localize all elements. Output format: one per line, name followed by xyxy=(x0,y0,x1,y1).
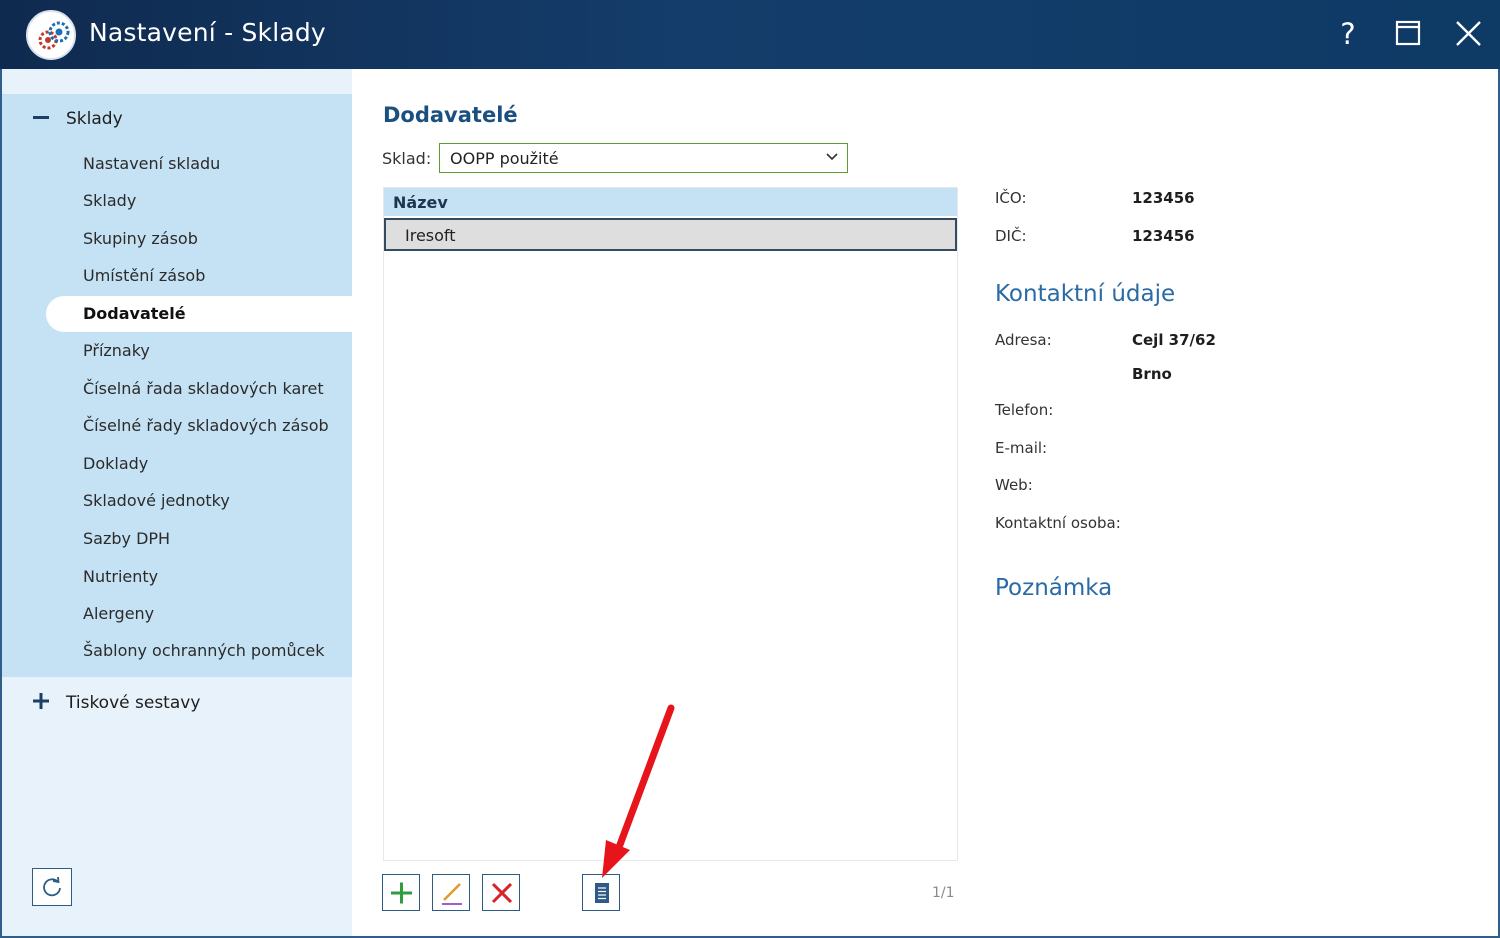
sidebar: Sklady Nastavení skladu Sklady Skupiny z… xyxy=(2,69,352,936)
sidebar-group-sklady: Sklady Nastavení skladu Sklady Skupiny z… xyxy=(2,94,352,677)
delete-button[interactable] xyxy=(482,874,520,911)
chevron-down-icon xyxy=(826,153,838,161)
sidebar-item-umisteni-zasob[interactable]: Umístění zásob xyxy=(46,258,352,294)
column-header-nazev: Název xyxy=(393,193,448,212)
address-label: Adresa: xyxy=(995,331,1052,349)
help-button[interactable]: ? xyxy=(1324,12,1372,56)
sidebar-group-header-tiskove-sestavy[interactable]: Tiskové sestavy xyxy=(2,678,352,728)
dic-label: DIČ: xyxy=(995,227,1027,245)
sidebar-group-label: Sklady xyxy=(66,109,123,129)
pager: 1/1 xyxy=(932,885,955,901)
sidebar-item-ciselne-rady-zasob[interactable]: Číselné řady skladových zásob xyxy=(46,408,352,444)
x-icon xyxy=(491,882,513,904)
address-line1: Cejl 37/62 xyxy=(1132,331,1216,349)
sidebar-group-label: Tiskové sestavy xyxy=(66,693,201,713)
collapse-minus-icon xyxy=(33,116,49,119)
sklad-select-value: OOPP použité xyxy=(450,149,559,168)
red-annotation-arrow-icon xyxy=(602,704,675,878)
ico-value: 123456 xyxy=(1132,189,1195,207)
sidebar-item-sazby-dph[interactable]: Sazby DPH xyxy=(46,521,352,557)
maximize-button[interactable] xyxy=(1384,12,1432,56)
app-gear-logo-icon xyxy=(26,10,76,60)
refresh-button[interactable] xyxy=(32,868,72,906)
close-button[interactable] xyxy=(1444,12,1492,56)
maximize-icon xyxy=(1395,20,1421,46)
list-header[interactable]: Název xyxy=(384,188,957,216)
sidebar-item-nastaveni-skladu[interactable]: Nastavení skladu xyxy=(46,146,352,182)
sidebar-group-header-sklady[interactable]: Sklady xyxy=(2,94,352,144)
window-title: Nastavení - Sklady xyxy=(89,18,326,47)
ico-label: IČO: xyxy=(995,189,1027,207)
sidebar-item-sablony-pomucek[interactable]: Šablony ochranných pomůcek xyxy=(46,633,352,669)
pencil-icon xyxy=(442,883,462,905)
contact-heading: Kontaktní údaje xyxy=(995,281,1176,307)
refresh-icon xyxy=(43,876,61,897)
edit-button[interactable] xyxy=(432,874,470,911)
expand-plus-icon xyxy=(33,693,49,709)
sidebar-item-sklady[interactable]: Sklady xyxy=(46,183,352,219)
dic-value: 123456 xyxy=(1132,227,1195,245)
add-button[interactable] xyxy=(382,874,420,911)
email-label: E-mail: xyxy=(995,439,1048,457)
sidebar-item-nutrienty[interactable]: Nutrienty xyxy=(46,559,352,595)
page-title: Dodavatelé xyxy=(383,103,518,127)
sidebar-item-priznaky[interactable]: Příznaky xyxy=(46,333,352,369)
phone-label: Telefon: xyxy=(995,401,1054,419)
address-line2: Brno xyxy=(1132,365,1172,383)
contact-person-label: Kontaktní osoba: xyxy=(995,514,1121,532)
plus-icon xyxy=(391,882,412,904)
web-label: Web: xyxy=(995,476,1033,494)
sidebar-item-ciselna-rada-karet[interactable]: Číselná řada skladových karet xyxy=(46,371,352,407)
sidebar-item-skladove-jednotky[interactable]: Skladové jednotky xyxy=(46,483,352,519)
note-heading: Poznámka xyxy=(995,575,1113,601)
sklad-label: Sklad: xyxy=(382,149,432,168)
close-icon xyxy=(1456,21,1481,46)
sklad-select[interactable]: OOPP použité xyxy=(439,143,848,173)
sidebar-item-doklady[interactable]: Doklady xyxy=(46,446,352,482)
sidebar-item-dodavatele[interactable]: Dodavatelé xyxy=(46,296,352,332)
title-bar: Nastavení - Sklady ? xyxy=(0,0,1500,69)
sidebar-item-alergeny[interactable]: Alergeny xyxy=(46,596,352,632)
list-item[interactable]: Iresoft xyxy=(384,218,957,251)
list-item-name: Iresoft xyxy=(405,226,456,245)
sidebar-item-skupiny-zasob[interactable]: Skupiny zásob xyxy=(46,221,352,257)
